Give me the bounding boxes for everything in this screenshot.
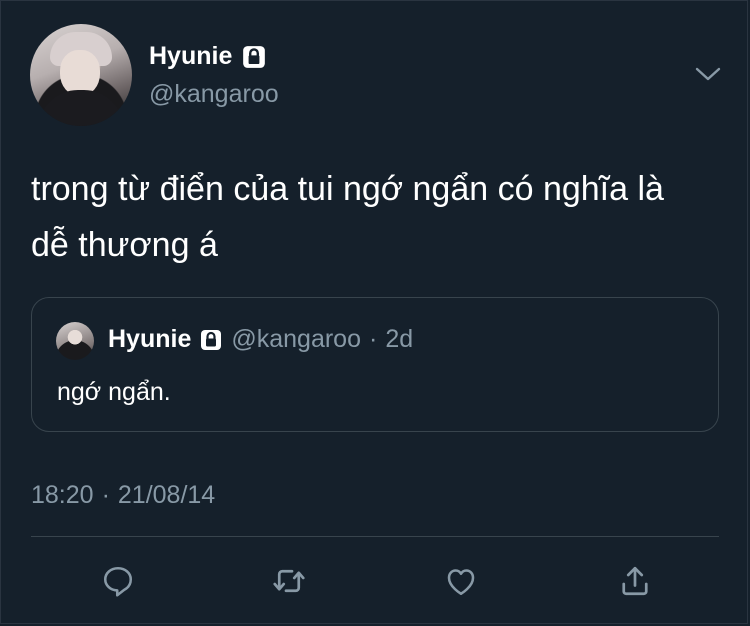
author-name-row: Hyunie (149, 42, 267, 71)
quoted-author-handle: @kangaroo (231, 325, 361, 353)
like-button[interactable] (441, 561, 481, 601)
lock-icon (243, 45, 266, 68)
quoted-tweet-text: ngớ ngẩn. (57, 378, 171, 406)
quoted-tweet-header: Hyunie @kangaroo · 2d (108, 325, 413, 354)
share-button[interactable] (615, 561, 655, 601)
retweet-button[interactable] (269, 561, 309, 601)
quoted-author-avatar (56, 322, 94, 360)
quoted-tweet-card[interactable]: Hyunie @kangaroo · 2d ngớ ngẩn. (31, 297, 719, 432)
quoted-tweet-age: 2d (385, 325, 414, 353)
author-avatar[interactable] (30, 24, 132, 126)
tweet-text: trong từ điển của tui ngớ ngẩn có nghĩa … (31, 170, 664, 264)
timestamp-separator: · (101, 481, 110, 509)
share-icon (622, 566, 648, 596)
reply-button[interactable] (98, 561, 138, 601)
reply-icon (103, 566, 133, 597)
author-display-name[interactable]: Hyunie (149, 42, 232, 71)
author-handle[interactable]: @kangaroo (149, 80, 279, 109)
chevron-down-icon[interactable] (694, 64, 722, 84)
actions-divider (31, 536, 719, 537)
like-icon (447, 569, 475, 596)
retweet-icon (273, 569, 305, 593)
tweet-time: 18:20 (31, 481, 94, 509)
tweet-timestamp: 18:20 · 21/08/14 (31, 481, 215, 510)
avatar-body (38, 90, 124, 126)
lock-icon (201, 329, 222, 350)
tweet-date: 21/08/14 (117, 481, 216, 509)
quoted-author-display-name: Hyunie (108, 325, 192, 353)
quoted-separator: · (369, 325, 378, 353)
